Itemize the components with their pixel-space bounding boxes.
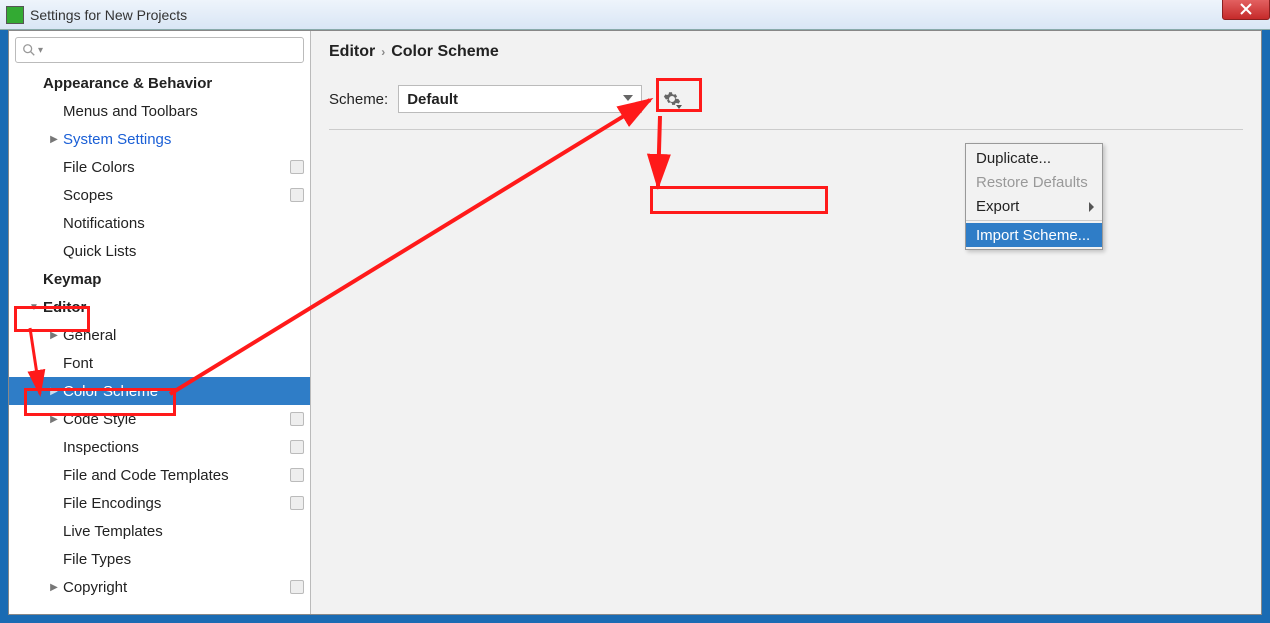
project-badge-icon bbox=[290, 496, 304, 510]
breadcrumb-parent[interactable]: Editor bbox=[329, 43, 375, 61]
tree-item[interactable]: File Types bbox=[9, 545, 310, 573]
tree-item-label: File Types bbox=[63, 551, 304, 568]
tree-item[interactable]: ▶Code Style bbox=[9, 405, 310, 433]
tree-item-label: Scopes bbox=[63, 187, 286, 204]
project-badge-icon bbox=[290, 468, 304, 482]
tree-arrow-icon: ▶ bbox=[47, 386, 61, 397]
menu-separator bbox=[966, 220, 1102, 221]
search-icon bbox=[22, 43, 36, 57]
menu-duplicate[interactable]: Duplicate... bbox=[966, 146, 1102, 170]
scheme-value: Default bbox=[407, 91, 458, 108]
tree-item-label: Code Style bbox=[63, 411, 286, 428]
tree-item-label: File Colors bbox=[63, 159, 286, 176]
chevron-down-icon bbox=[623, 95, 633, 101]
tree-item[interactable]: Menus and Toolbars bbox=[9, 97, 310, 125]
close-button[interactable] bbox=[1222, 0, 1270, 20]
tree-item-label: Menus and Toolbars bbox=[63, 103, 304, 120]
chevron-down-icon: ▾ bbox=[38, 45, 43, 56]
tree-item-label: Appearance & Behavior bbox=[43, 75, 304, 92]
tree-item[interactable]: ▶Copyright bbox=[9, 573, 310, 601]
scheme-actions-button[interactable] bbox=[658, 85, 686, 113]
tree-arrow-icon: ▶ bbox=[47, 414, 61, 425]
menu-restore-defaults: Restore Defaults bbox=[966, 170, 1102, 194]
divider bbox=[329, 129, 1243, 130]
tree-item[interactable]: Inspections bbox=[9, 433, 310, 461]
settings-tree[interactable]: Appearance & Behavior Menus and Toolbars ▶… bbox=[9, 69, 310, 614]
menu-export[interactable]: Export bbox=[966, 194, 1102, 218]
scheme-actions-menu: Duplicate... Restore Defaults Export Imp… bbox=[965, 143, 1103, 250]
tree-item-label: Color Scheme bbox=[63, 383, 304, 400]
tree-item[interactable]: Quick Lists bbox=[9, 237, 310, 265]
tree-item[interactable]: ▶System Settings bbox=[9, 125, 310, 153]
tree-item[interactable]: ▶Color Scheme bbox=[9, 377, 310, 405]
tree-item[interactable]: ▶General bbox=[9, 321, 310, 349]
tree-item-label: Editor bbox=[43, 299, 304, 316]
project-badge-icon bbox=[290, 160, 304, 174]
tree-item-label: Copyright bbox=[63, 579, 286, 596]
tree-item-label: System Settings bbox=[63, 131, 304, 148]
tree-item-label: File and Code Templates bbox=[63, 467, 286, 484]
menu-import-scheme[interactable]: Import Scheme... bbox=[966, 223, 1102, 247]
project-badge-icon bbox=[290, 440, 304, 454]
tree-arrow-icon: ▼ bbox=[27, 302, 41, 313]
tree-arrow-icon: ▶ bbox=[47, 330, 61, 341]
breadcrumb: Editor › Color Scheme bbox=[329, 43, 1243, 61]
search-input[interactable] bbox=[47, 42, 303, 58]
window-title: Settings for New Projects bbox=[30, 7, 187, 23]
tree-item-label: File Encodings bbox=[63, 495, 286, 512]
tree-item-label: General bbox=[63, 327, 304, 344]
tree-item[interactable]: Notifications bbox=[9, 209, 310, 237]
tree-item-label: Font bbox=[63, 355, 304, 372]
tree-item-label: Notifications bbox=[63, 215, 304, 232]
tree-arrow-icon: ▶ bbox=[47, 134, 61, 145]
search-input-wrap[interactable]: ▾ bbox=[15, 37, 304, 63]
close-icon bbox=[1240, 3, 1252, 15]
project-badge-icon bbox=[290, 412, 304, 426]
chevron-right-icon bbox=[1089, 202, 1094, 212]
tree-item[interactable]: Keymap bbox=[9, 265, 310, 293]
tree-item[interactable]: Live Templates bbox=[9, 517, 310, 545]
app-icon bbox=[6, 6, 24, 24]
tree-item-label: Live Templates bbox=[63, 523, 304, 540]
tree-item[interactable]: Font bbox=[9, 349, 310, 377]
tree-arrow-icon: ▶ bbox=[47, 582, 61, 593]
breadcrumb-separator-icon: › bbox=[381, 45, 385, 59]
project-badge-icon bbox=[290, 580, 304, 594]
settings-detail-panel: Editor › Color Scheme Scheme: Default Du… bbox=[311, 31, 1261, 614]
tree-item[interactable]: Appearance & Behavior bbox=[9, 69, 310, 97]
scheme-dropdown[interactable]: Default bbox=[398, 85, 642, 113]
titlebar: Settings for New Projects bbox=[0, 0, 1270, 30]
tree-item-label: Keymap bbox=[43, 271, 304, 288]
tree-item[interactable]: File and Code Templates bbox=[9, 461, 310, 489]
tree-item-label: Inspections bbox=[63, 439, 286, 456]
breadcrumb-current: Color Scheme bbox=[391, 43, 499, 61]
scheme-label: Scheme: bbox=[329, 91, 388, 108]
tree-item[interactable]: File Encodings bbox=[9, 489, 310, 517]
tree-item-label: Quick Lists bbox=[63, 243, 304, 260]
project-badge-icon bbox=[290, 188, 304, 202]
settings-tree-panel: ▾ Appearance & Behavior Menus and Toolbar… bbox=[9, 31, 311, 614]
tree-item[interactable]: Scopes bbox=[9, 181, 310, 209]
tree-item[interactable]: File Colors bbox=[9, 153, 310, 181]
tree-item[interactable]: ▼Editor bbox=[9, 293, 310, 321]
dropdown-arrow-icon bbox=[676, 105, 682, 109]
